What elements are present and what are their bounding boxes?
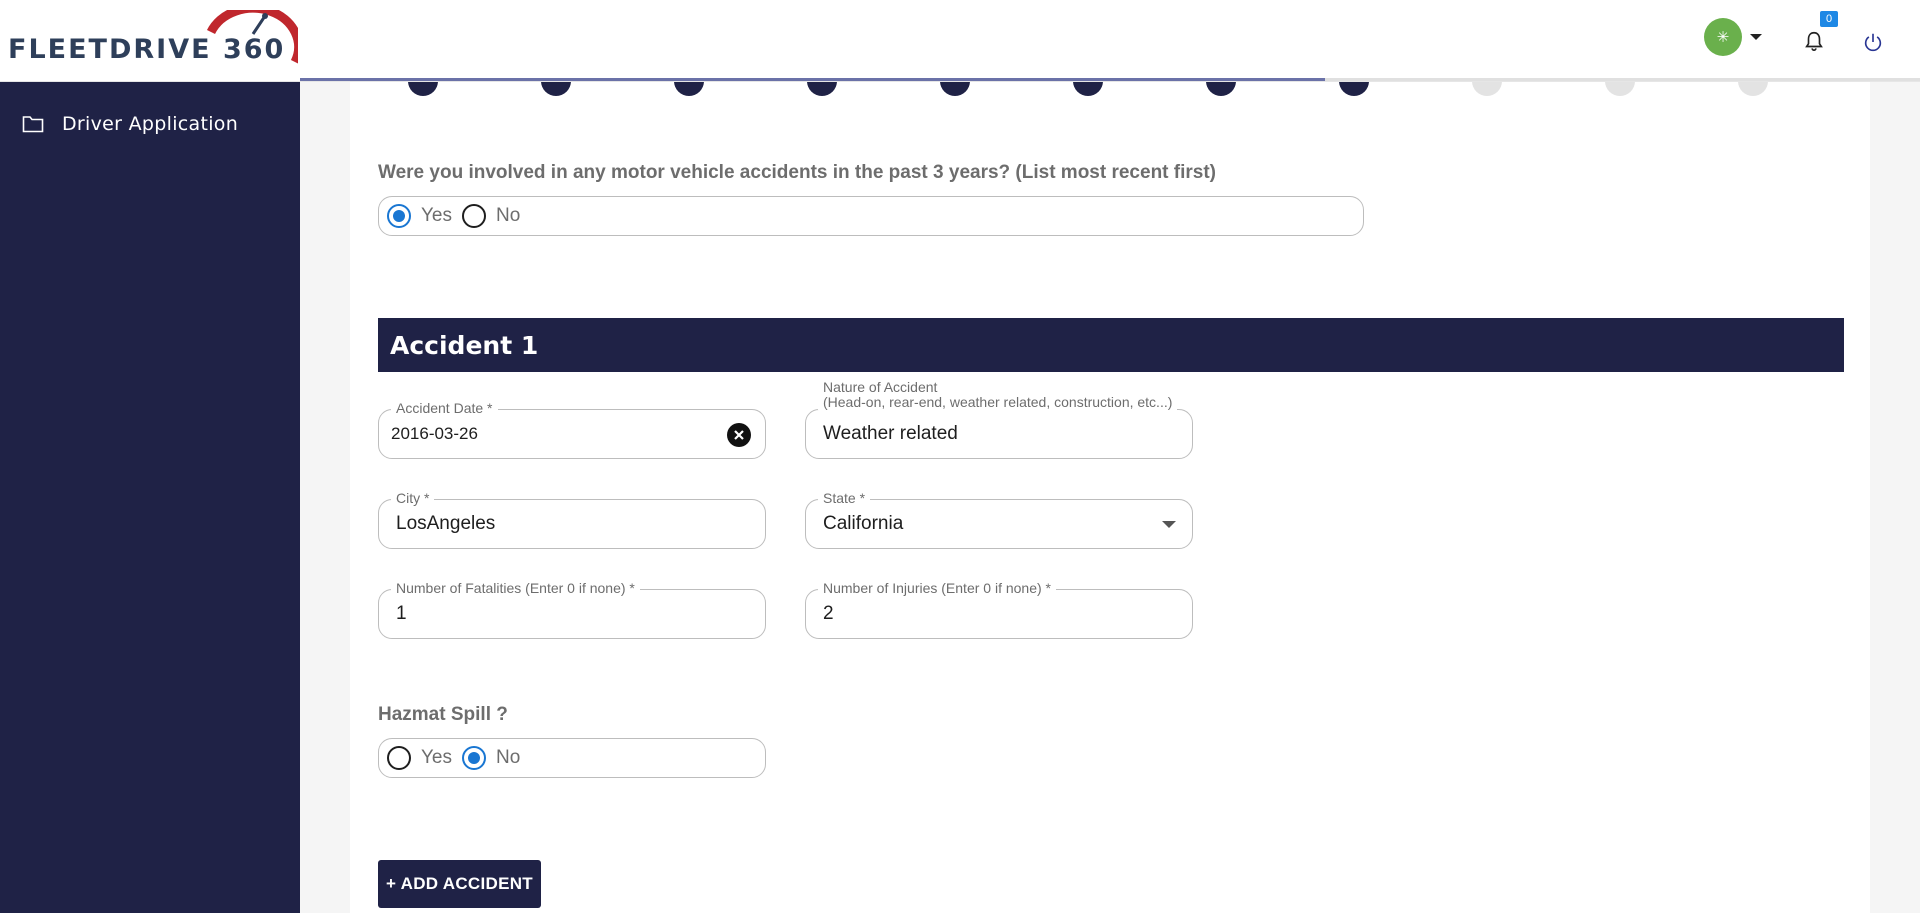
hazmat-yes-option[interactable]: Yes (387, 739, 452, 777)
sidebar-item-driver-application[interactable]: Driver Application (0, 104, 300, 144)
step-dot-pending[interactable] (1605, 82, 1635, 96)
bell-icon[interactable] (1803, 30, 1825, 52)
folder-icon (22, 116, 44, 133)
state-value[interactable]: California (823, 500, 903, 548)
radio-unchecked-icon[interactable] (387, 746, 411, 770)
step-dot[interactable] (674, 82, 704, 96)
accident-date-field[interactable]: Accident Date * 2016-03-26 (378, 400, 766, 459)
top-header: FLEETDRIVE 360 ✳ 0 (0, 0, 1920, 82)
stepper-progress (300, 78, 1325, 81)
chevron-down-icon[interactable] (1750, 34, 1762, 40)
accident-section-header: Accident 1 (378, 318, 1844, 372)
fleetdrive-logo[interactable]: FLEETDRIVE 360 (8, 10, 298, 72)
nature-label-line2: (Head-on, rear-end, weather related, con… (823, 394, 1173, 410)
city-field[interactable]: City * LosAngeles (378, 490, 766, 549)
nature-of-accident-label: Nature of Accident (Head-on, rear-end, w… (818, 379, 1178, 410)
nature-label-line1: Nature of Accident (823, 379, 938, 395)
fatalities-value[interactable]: 1 (396, 590, 407, 638)
accidents-radio-group: Yes No (378, 196, 1364, 236)
radio-checked-icon[interactable] (462, 746, 486, 770)
city-value[interactable]: LosAngeles (396, 500, 495, 548)
accidents-question: Were you involved in any motor vehicle a… (378, 162, 1217, 183)
step-dot-pending[interactable] (1472, 82, 1502, 96)
step-dot[interactable] (940, 82, 970, 96)
injuries-field[interactable]: Number of Injuries (Enter 0 if none) * 2 (805, 580, 1193, 639)
radio-unchecked-icon[interactable] (462, 204, 486, 228)
hazmat-radio-group: Yes No (378, 738, 766, 778)
step-dot[interactable] (541, 82, 571, 96)
radio-checked-icon[interactable] (387, 204, 411, 228)
chevron-down-icon[interactable] (1162, 521, 1176, 528)
clear-date-icon[interactable] (727, 423, 751, 447)
hazmat-yes-label: Yes (421, 747, 452, 768)
logo-text: FLEETDRIVE 360 (8, 34, 286, 65)
user-avatar[interactable]: ✳ (1704, 18, 1742, 56)
step-dot[interactable] (807, 82, 837, 96)
fatalities-field[interactable]: Number of Fatalities (Enter 0 if none) *… (378, 580, 766, 639)
sidebar-item-label: Driver Application (62, 113, 239, 135)
step-dot-active[interactable] (1339, 82, 1369, 96)
step-dot[interactable] (408, 82, 438, 96)
hazmat-question: Hazmat Spill ? (378, 704, 508, 725)
power-icon[interactable] (1862, 31, 1884, 53)
hazmat-no-label: No (496, 747, 521, 768)
nature-of-accident-field[interactable]: Nature of Accident (Head-on, rear-end, w… (805, 380, 1193, 459)
step-dot[interactable] (1073, 82, 1103, 96)
nature-of-accident-value[interactable]: Weather related (823, 410, 958, 458)
injuries-value[interactable]: 2 (823, 590, 834, 638)
accident-date-value[interactable]: 2016-03-26 (391, 410, 478, 458)
state-select[interactable]: State * California (805, 490, 1193, 549)
add-accident-button[interactable]: + ADD ACCIDENT (378, 860, 541, 908)
accidents-no-option[interactable]: No (462, 197, 520, 235)
sidebar: Driver Application (0, 82, 300, 913)
step-dot[interactable] (1206, 82, 1236, 96)
accidents-yes-label: Yes (421, 205, 452, 226)
hazmat-no-option[interactable]: No (462, 739, 520, 777)
section-title: Accident 1 (390, 330, 539, 360)
fatalities-label: Number of Fatalities (Enter 0 if none) * (391, 580, 640, 596)
accidents-no-label: No (496, 205, 521, 226)
accidents-yes-option[interactable]: Yes (387, 197, 452, 235)
injuries-label: Number of Injuries (Enter 0 if none) * (818, 580, 1056, 596)
form-card: Were you involved in any motor vehicle a… (350, 82, 1870, 913)
notification-badge: 0 (1820, 11, 1838, 27)
step-dot-pending[interactable] (1738, 82, 1768, 96)
